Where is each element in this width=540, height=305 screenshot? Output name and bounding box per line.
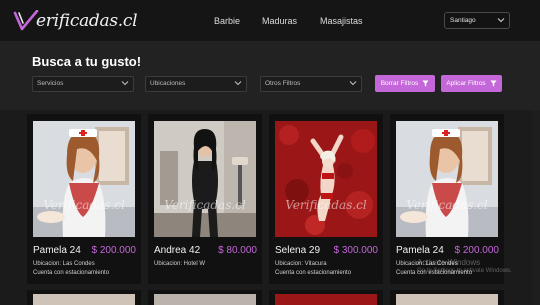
listing-name: Selena 29 xyxy=(275,245,321,256)
listing-card-partial[interactable] xyxy=(390,290,504,305)
listing-parking: Cuenta con estacionamiento xyxy=(275,270,352,276)
listing-photo[interactable]: Verificadas.cl xyxy=(275,121,377,237)
listing-photo xyxy=(396,294,498,305)
listing-location: Ubicacion: Vitacura xyxy=(275,261,327,267)
photo-watermark: Verificadas.cl xyxy=(43,198,125,212)
listing-name: Pamela 24 xyxy=(396,245,444,256)
listing-parking: Cuenta con estacionamiento xyxy=(33,270,110,276)
listing-photo xyxy=(275,294,377,305)
logo-text: erificadas.cl xyxy=(36,11,138,31)
other-filters-select-label: Otros Filtros xyxy=(265,80,301,87)
listing-photo[interactable]: Verificadas.cl xyxy=(33,121,135,237)
chevron-down-icon xyxy=(121,81,129,86)
listing-photo[interactable]: Verificadas.cl xyxy=(154,121,256,237)
filter-icon xyxy=(490,80,497,87)
photo-watermark: Verificadas.cl xyxy=(406,198,488,212)
photo-watermark: Verificadas.cl xyxy=(164,198,246,212)
nav-link-maduras[interactable]: Maduras xyxy=(262,16,297,26)
filter-icon xyxy=(422,80,429,87)
listing-card[interactable]: Verificadas.cl Andrea 42 $ 80.000 Ubicac… xyxy=(148,114,262,284)
locations-select-label: Ubicaciones xyxy=(150,80,186,87)
clear-filters-label: Borrar Filtros xyxy=(380,80,419,87)
listing-price: $ 200.000 xyxy=(454,245,500,256)
listing-photo xyxy=(154,294,256,305)
city-select[interactable]: Santiago xyxy=(444,12,510,29)
listing-card-partial[interactable] xyxy=(148,290,262,305)
chevron-down-icon xyxy=(234,81,242,86)
listing-photo[interactable]: Verificadas.cl xyxy=(396,121,498,237)
apply-filters-button[interactable]: Aplicar Filtros xyxy=(441,75,502,92)
city-select-value: Santiago xyxy=(450,17,476,24)
locations-select[interactable]: Ubicaciones xyxy=(145,76,247,92)
listing-name: Pamela 24 xyxy=(33,245,81,256)
listing-location: Ubicacion: Hotel W xyxy=(154,261,206,267)
photo-watermark: Verificadas.cl xyxy=(285,198,367,212)
filter-section: Busca a tu gusto! Servicios Ubicaciones … xyxy=(0,42,540,110)
listing-price: $ 200.000 xyxy=(91,245,137,256)
apply-filters-label: Aplicar Filtros xyxy=(446,80,486,87)
listing-card[interactable]: Verificadas.cl Pamela 24 $ 200.000 Ubica… xyxy=(27,114,141,284)
top-navbar: erificadas.cl Barbie Maduras Masajistas … xyxy=(0,0,540,42)
listing-card[interactable]: Verificadas.cl Selena 29 $ 300.000 Ubica… xyxy=(269,114,383,284)
services-select-label: Servicios xyxy=(37,80,64,87)
other-filters-select[interactable]: Otros Filtros xyxy=(260,76,362,92)
listing-location: Ubicacion: Las Condes xyxy=(33,261,95,267)
site-logo[interactable]: erificadas.cl xyxy=(13,9,138,33)
chevron-down-icon xyxy=(497,18,505,23)
listing-card-partial[interactable] xyxy=(269,290,383,305)
services-select[interactable]: Servicios xyxy=(32,76,134,92)
nav-link-barbie[interactable]: Barbie xyxy=(214,16,240,26)
page-title: Busca a tu gusto! xyxy=(32,54,142,69)
nav-link-masajistas[interactable]: Masajistas xyxy=(320,16,363,26)
os-activation-watermark: Activate Windows xyxy=(417,258,481,267)
listing-photo xyxy=(33,294,135,305)
listing-price: $ 300.000 xyxy=(333,245,379,256)
clear-filters-button[interactable]: Borrar Filtros xyxy=(375,75,435,92)
os-activation-hint: Go to Settings to activate Windows. xyxy=(417,268,512,274)
chevron-down-icon xyxy=(349,81,357,86)
listing-card-partial[interactable] xyxy=(27,290,141,305)
page-scrollbar[interactable] xyxy=(532,110,540,305)
listing-price: $ 80.000 xyxy=(218,245,257,256)
listing-name: Andrea 42 xyxy=(154,245,201,256)
